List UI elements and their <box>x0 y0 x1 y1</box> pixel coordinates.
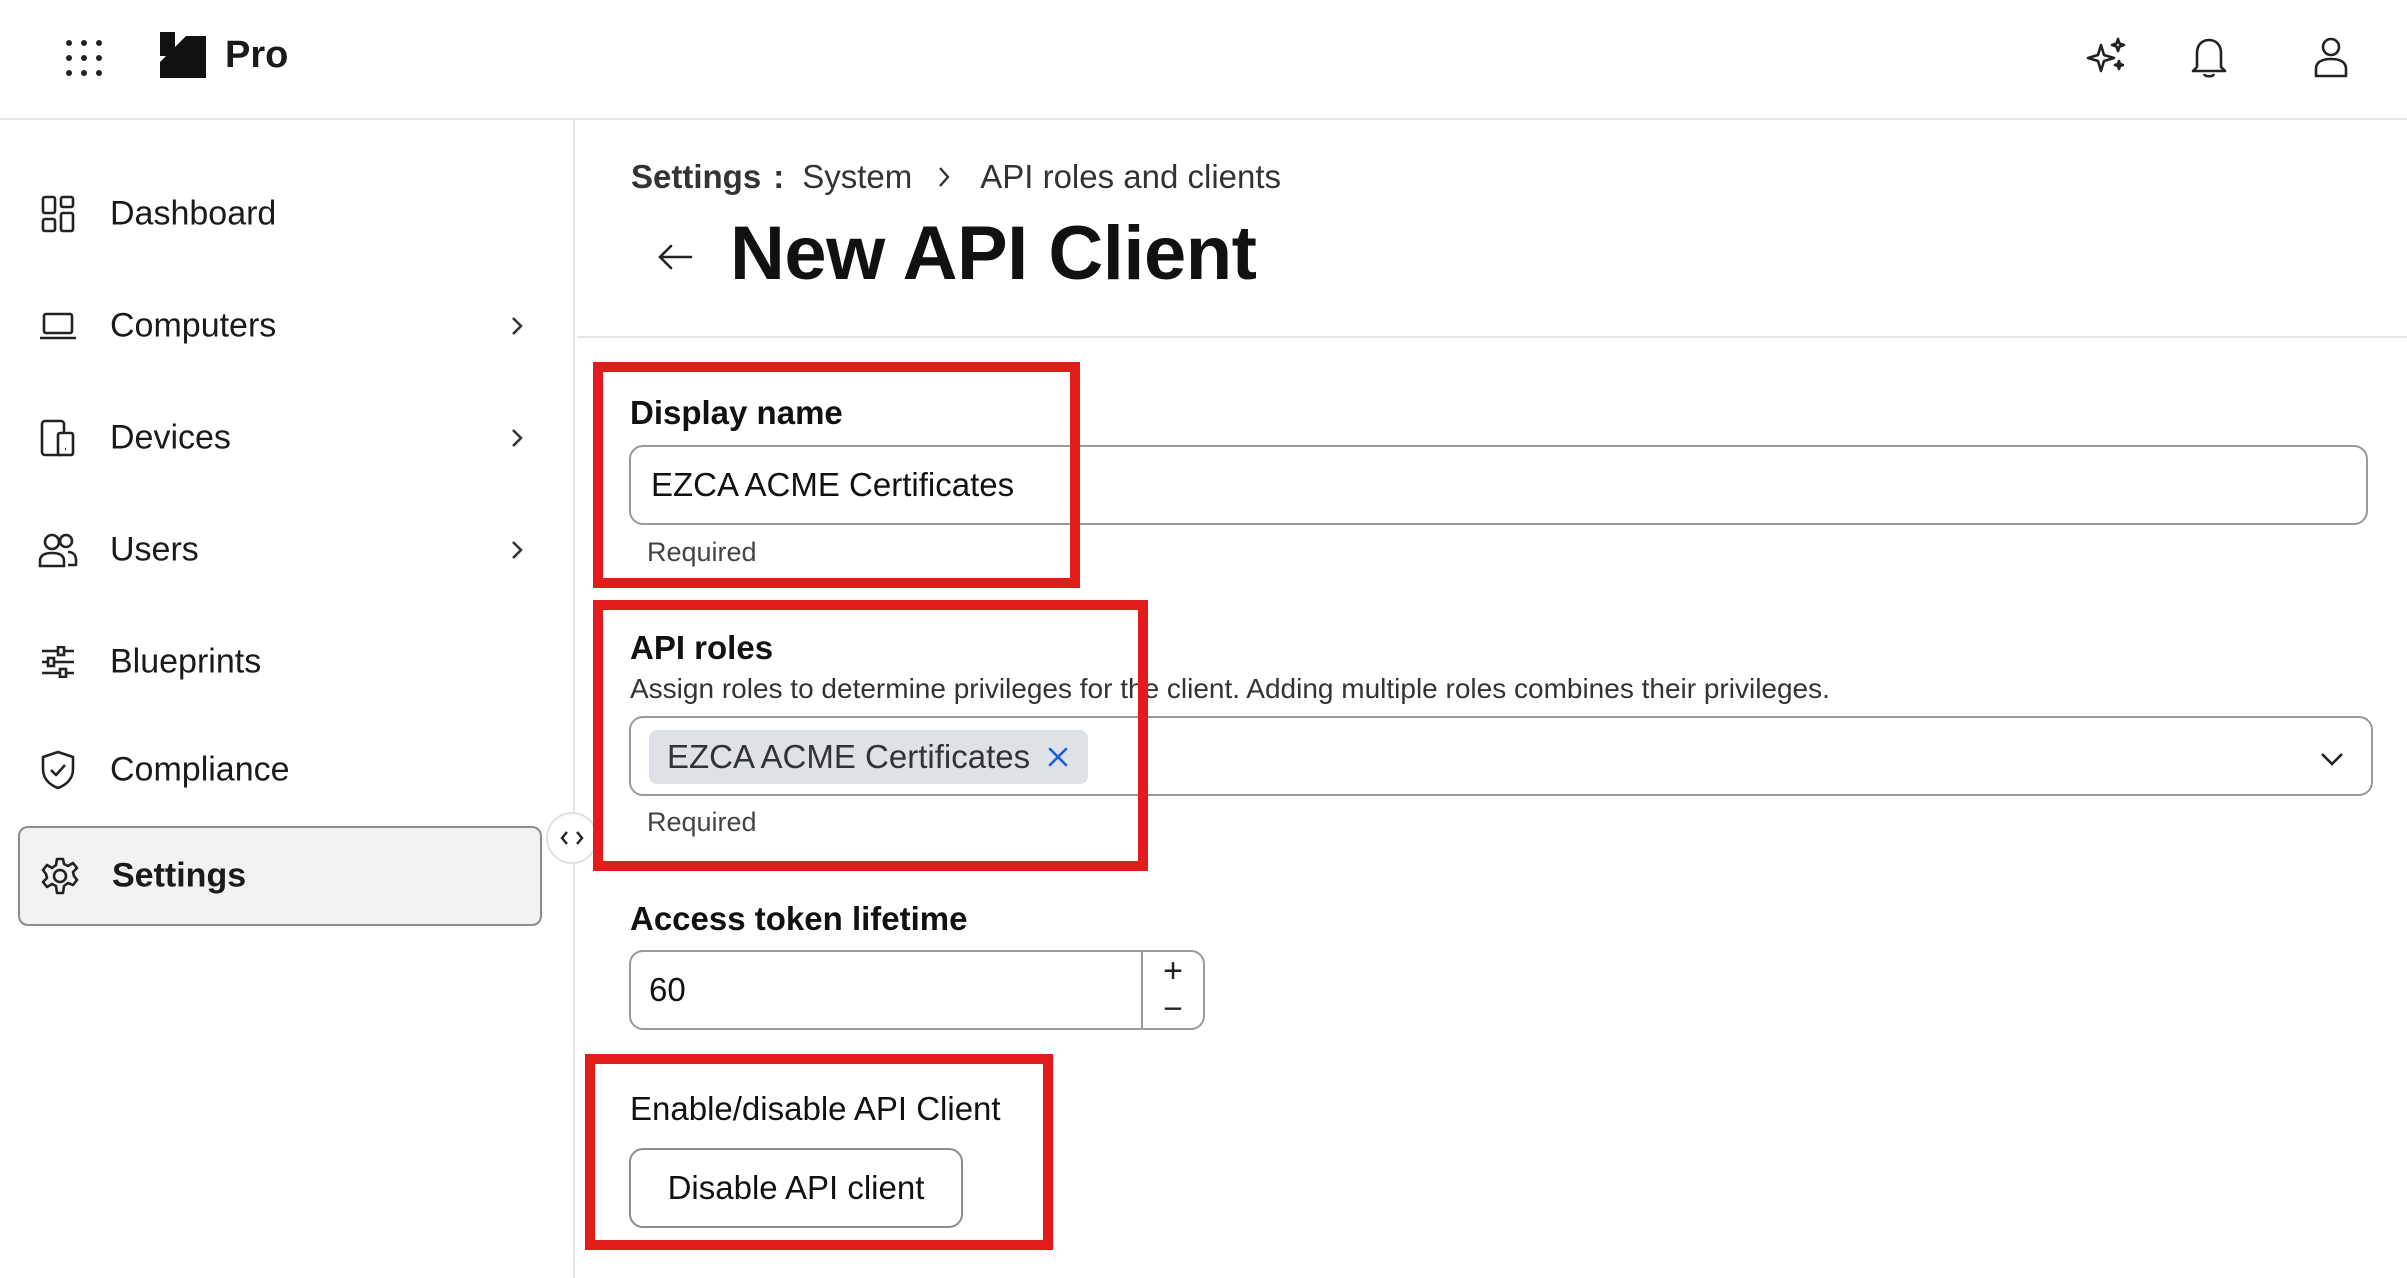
breadcrumb-item-system[interactable]: System <box>802 158 912 196</box>
display-name-helper: Required <box>647 537 757 567</box>
display-name-input[interactable]: EZCA ACME Certificates <box>629 445 2368 525</box>
sidebar-item-settings[interactable]: Settings <box>18 826 542 926</box>
display-name-value: EZCA ACME Certificates <box>651 466 1015 503</box>
laptop-icon <box>38 306 78 346</box>
sidebar: Dashboard Computers Devices Users Bluepr… <box>0 120 575 1278</box>
user-account-icon[interactable] <box>2306 32 2356 82</box>
breadcrumb-item-api-roles[interactable]: API roles and clients <box>980 158 1281 196</box>
access-token-lifetime-label: Access token lifetime <box>630 900 968 937</box>
sliders-icon <box>38 642 78 682</box>
sidebar-item-label: Dashboard <box>110 194 277 233</box>
brand-name: Pro <box>225 34 289 76</box>
sidebar-item-compliance[interactable]: Compliance <box>18 720 542 820</box>
api-roles-label: API roles <box>630 629 774 666</box>
back-arrow-icon[interactable] <box>651 232 701 282</box>
sidebar-item-dashboard[interactable]: Dashboard <box>18 164 542 264</box>
breadcrumb: Settings : System API roles and clients <box>631 158 1281 196</box>
devices-icon <box>38 418 78 458</box>
api-roles-select[interactable]: EZCA ACME Certificates <box>629 716 2373 796</box>
sidebar-item-label: Compliance <box>110 750 290 789</box>
access-token-lifetime-stepper[interactable]: 60 + − <box>629 950 1205 1030</box>
api-roles-description: Assign roles to determine privileges for… <box>630 673 1830 704</box>
sidebar-item-users[interactable]: Users <box>18 500 542 600</box>
disable-api-client-button[interactable]: Disable API client <box>629 1148 963 1228</box>
chevron-right-icon <box>512 429 523 447</box>
chevron-right-icon <box>512 317 523 335</box>
sidebar-item-computers[interactable]: Computers <box>18 276 542 376</box>
shield-check-icon <box>38 750 78 790</box>
breadcrumb-separator: : <box>773 158 785 195</box>
increment-button[interactable]: + <box>1143 952 1203 990</box>
chevron-right-icon <box>512 541 523 559</box>
remove-chip-icon[interactable] <box>1046 745 1070 769</box>
display-name-label: Display name <box>630 394 843 431</box>
api-roles-helper: Required <box>647 807 757 837</box>
code-arrows-icon <box>560 831 584 845</box>
sidebar-item-label: Blueprints <box>110 642 262 681</box>
enable-disable-label: Enable/disable API Client <box>630 1090 1001 1127</box>
sidebar-collapse-toggle[interactable] <box>546 812 598 864</box>
sidebar-item-label: Computers <box>110 306 277 345</box>
decrement-button[interactable]: − <box>1143 990 1203 1028</box>
users-icon <box>38 530 78 570</box>
sidebar-item-label: Devices <box>110 418 231 457</box>
chevron-down-icon <box>2321 753 2343 766</box>
sidebar-item-label: Users <box>110 530 199 569</box>
bell-icon[interactable] <box>2184 32 2234 82</box>
app-grid-icon[interactable] <box>64 38 104 78</box>
top-bar: Pro <box>0 0 2407 120</box>
sidebar-item-label: Settings <box>112 856 247 895</box>
page-header: Settings : System API roles and clients … <box>577 122 2407 338</box>
sidebar-item-blueprints[interactable]: Blueprints <box>18 612 542 712</box>
sparkle-icon[interactable] <box>2082 32 2132 82</box>
stepper-buttons: + − <box>1141 952 1203 1028</box>
access-token-lifetime-value[interactable]: 60 <box>649 952 686 1028</box>
page-title: New API Client <box>730 211 1257 296</box>
gear-icon <box>40 856 80 896</box>
dashboard-icon <box>38 194 78 234</box>
role-chip-label: EZCA ACME Certificates <box>667 738 1031 775</box>
role-chip: EZCA ACME Certificates <box>649 730 1089 784</box>
chevron-right-icon <box>939 167 950 187</box>
brand-logo-icon[interactable] <box>158 30 208 80</box>
sidebar-item-devices[interactable]: Devices <box>18 388 542 488</box>
breadcrumb-root[interactable]: Settings <box>631 158 761 196</box>
